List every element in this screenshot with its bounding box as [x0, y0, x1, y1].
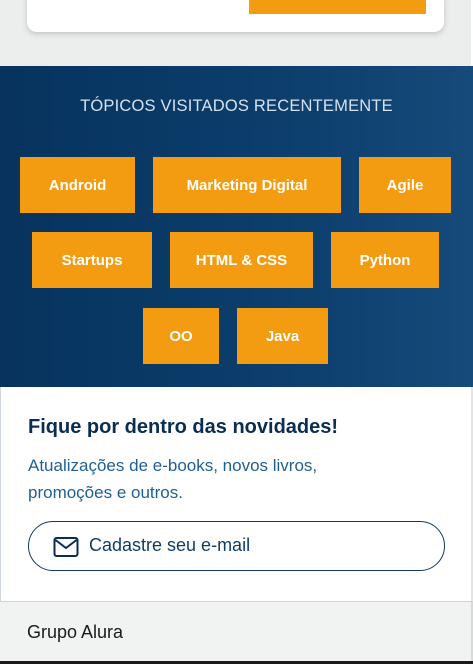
newsletter-section: Fique por dentro das novidades! Atualiza…	[0, 387, 473, 601]
recent-topics-title: TÓPICOS VISITADOS RECENTEMENTE	[80, 97, 393, 115]
topic-tag-python[interactable]: Python	[331, 232, 439, 288]
topic-tag-agile[interactable]: Agile	[359, 157, 451, 213]
email-signup-placeholder: Cadastre seu e-mail	[89, 535, 251, 555]
topic-tag-marketing-digital[interactable]: Marketing Digital	[153, 157, 341, 213]
newsletter-title: Fique por dentro das novidades!	[28, 416, 339, 438]
email-signup-input[interactable]: Cadastre seu e-mail	[28, 521, 445, 571]
topic-tag-html-css[interactable]: HTML & CSS	[170, 232, 313, 288]
mail-icon	[53, 537, 79, 557]
footer-group-label[interactable]: Grupo Alura	[27, 622, 123, 643]
footer: Grupo Alura	[0, 601, 473, 664]
top-area	[0, 0, 473, 66]
newsletter-description: Atualizações de e-books, novos livros, p…	[28, 456, 318, 502]
top-card	[27, 0, 444, 32]
recent-topics-section: TÓPICOS VISITADOS RECENTEMENTE Android M…	[0, 66, 473, 387]
topic-tag-oo[interactable]: OO	[143, 308, 219, 364]
topic-tag-startups[interactable]: Startups	[32, 232, 152, 288]
top-card-button[interactable]	[249, 0, 426, 14]
topic-tag-android[interactable]: Android	[20, 157, 135, 213]
topic-tag-java[interactable]: Java	[237, 308, 328, 364]
